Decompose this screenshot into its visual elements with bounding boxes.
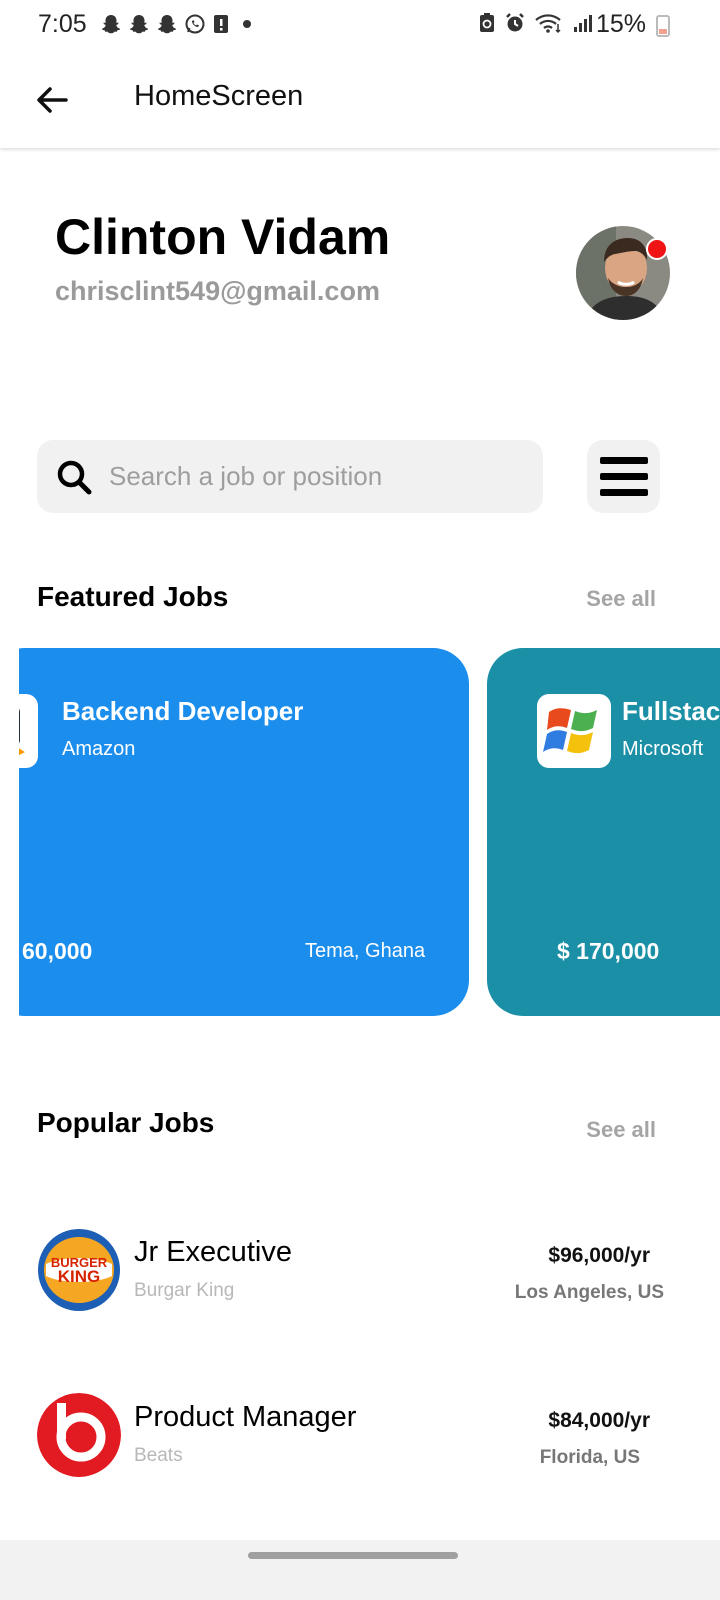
battery-percent: 15% (595, 10, 646, 38)
app-bar: HomeScreen (0, 52, 720, 148)
search-input[interactable] (109, 440, 529, 513)
microsoft-logo (537, 694, 611, 768)
notification-icons (100, 13, 258, 35)
featured-job-card[interactable]: Backend Developer Amazon 60,000 Tema, Gh… (19, 648, 469, 1016)
featured-jobs-carousel[interactable]: Backend Developer Amazon 60,000 Tema, Gh… (19, 648, 720, 1016)
system-icons (478, 12, 594, 34)
wifi-icon (535, 14, 561, 34)
snapchat-icon (102, 15, 120, 34)
search-icon (57, 460, 92, 495)
dot-icon (243, 20, 251, 28)
popular-job-title: Jr Executive (134, 1236, 292, 1268)
popular-job-company: Beats (134, 1445, 183, 1466)
system-nav-bar (0, 1540, 720, 1600)
filter-menu-button[interactable] (587, 440, 660, 513)
featured-job-company: Microsoft (622, 738, 704, 760)
popular-see-all-link[interactable]: See all (586, 1117, 656, 1143)
notification-dot (646, 238, 668, 260)
svg-text:KING: KING (58, 1267, 101, 1286)
alarm-icon (506, 13, 524, 32)
popular-job-company: Burgar King (134, 1280, 235, 1301)
snapchat-icon (130, 15, 148, 34)
status-time: 7:05 (38, 10, 87, 38)
popular-job-item[interactable]: Product Manager Beats $84,000/yr Florida… (0, 1393, 720, 1483)
burger-king-logo: BURGER KING (37, 1228, 121, 1312)
popular-job-title: Product Manager (134, 1401, 357, 1433)
signal-icon (574, 15, 592, 32)
user-email: chrisclint549@gmail.com (55, 276, 380, 306)
snapchat-icon (158, 15, 176, 34)
battery-icon (656, 15, 670, 37)
featured-job-title: Fullstac (622, 696, 720, 726)
search-bar[interactable] (37, 440, 543, 513)
battery-saver-icon (480, 13, 494, 32)
popular-job-salary: $84,000/yr (548, 1409, 650, 1432)
popular-jobs-title: Popular Jobs (37, 1107, 215, 1138)
menu-icon-bar (600, 473, 648, 480)
amazon-logo (19, 694, 38, 768)
popular-job-location: Florida, US (539, 1447, 640, 1468)
menu-icon-bar (600, 457, 648, 464)
featured-see-all-link[interactable]: See all (586, 586, 656, 612)
featured-jobs-title: Featured Jobs (37, 581, 229, 612)
home-indicator[interactable] (248, 1552, 458, 1559)
home-screen: 7:05 15% HomeScreen Clinton Vidam chrisc… (0, 0, 720, 1600)
popular-job-location: Los Angeles, US (514, 1282, 664, 1303)
featured-job-title: Backend Developer (62, 696, 304, 726)
user-name: Clinton Vidam (55, 209, 391, 265)
status-bar: 7:05 15% (0, 0, 720, 52)
featured-job-card[interactable]: Fullstac Microsoft $ 170,000 (487, 648, 720, 1016)
featured-job-salary: 60,000 (22, 938, 93, 964)
whatsapp-icon (185, 14, 205, 34)
featured-job-salary: $ 170,000 (557, 938, 660, 964)
alert-icon (214, 15, 228, 33)
beats-logo (37, 1393, 121, 1477)
app-title: HomeScreen (134, 80, 304, 112)
featured-job-location: Tema, Ghana (305, 940, 426, 962)
featured-job-company: Amazon (62, 738, 136, 760)
menu-icon-bar (600, 489, 648, 496)
popular-job-item[interactable]: BURGER KING Jr Executive Burgar King $96… (0, 1228, 720, 1318)
back-arrow-icon[interactable] (30, 78, 74, 122)
popular-job-salary: $96,000/yr (548, 1244, 650, 1267)
